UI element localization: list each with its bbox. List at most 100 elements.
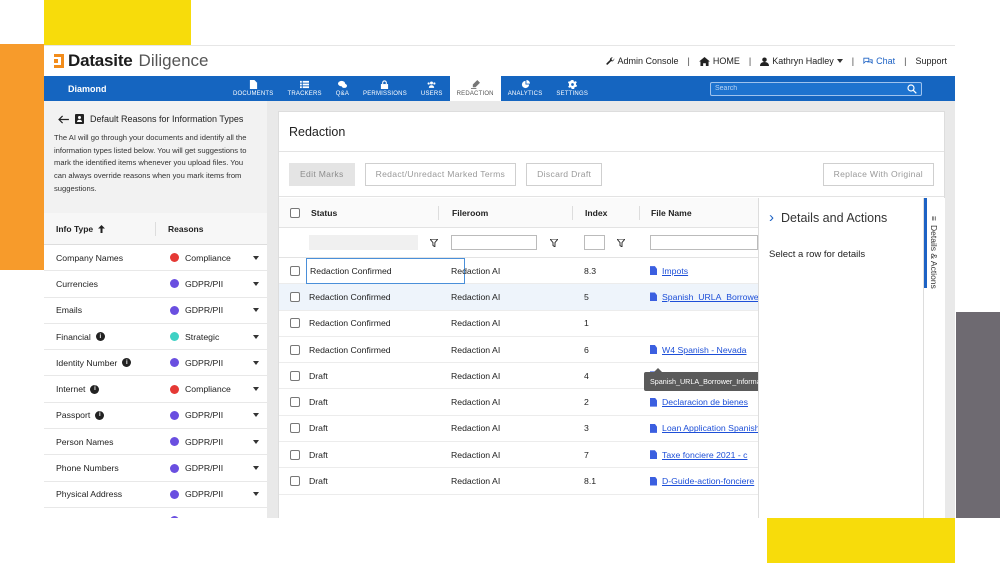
row-checkbox[interactable] (290, 476, 300, 487)
search-box[interactable] (710, 81, 922, 96)
status-filter-field[interactable] (309, 235, 419, 250)
table-row[interactable]: Draft Redaction AI 2 Declaracion de bienes (279, 389, 758, 416)
decor-yellow-block-bottom (767, 518, 955, 563)
reason-select[interactable]: GDPR/PII (156, 516, 267, 518)
row-checkbox[interactable] (290, 318, 300, 329)
file-name-filter-input[interactable] (650, 235, 758, 250)
info-type-column-header[interactable]: Info Type (44, 221, 156, 236)
fileroom-column-header[interactable]: Fileroom (438, 205, 572, 220)
chevron-down-icon[interactable] (253, 360, 259, 365)
gear-icon (567, 80, 577, 89)
table-row[interactable]: Redaction Confirmed Redaction AI 5 Spanish_… (279, 284, 758, 311)
nav-tab-documents[interactable]: DOCUMENTS (226, 76, 280, 101)
nav-tab-users[interactable]: USERS (414, 76, 450, 101)
chevron-down-icon[interactable] (253, 334, 259, 339)
file-link[interactable]: Spanish_URLA_Borrower_Information (650, 292, 758, 302)
support-link[interactable]: Support (915, 56, 947, 66)
info-icon[interactable]: i (95, 332, 105, 342)
table-row[interactable]: Redaction Confirmed Redaction AI 8.3 Impots (279, 257, 758, 285)
chevron-down-icon[interactable] (253, 492, 259, 497)
nav-tab-qa[interactable]: Q&A (329, 76, 356, 101)
discard-draft-button[interactable]: Discard Draft (526, 162, 603, 186)
row-checkbox-cell (279, 423, 309, 434)
file-link[interactable]: Taxe fonciere 2021 - c (650, 450, 747, 460)
reason-select[interactable]: GDPR/PII (156, 410, 267, 420)
sidebar-header: Default Reasons for Information Types (44, 101, 267, 124)
row-checkbox[interactable] (290, 449, 300, 460)
reason-select[interactable]: GDPR/PII (156, 305, 267, 315)
search-input[interactable] (715, 85, 905, 92)
chevron-down-icon[interactable] (253, 308, 259, 313)
file-link[interactable]: Impots (650, 266, 688, 276)
menu-lines-icon: ≡ (929, 216, 939, 221)
nav-tab-permissions[interactable]: PERMISSIONS (356, 76, 414, 101)
index-column-header[interactable]: Index (572, 205, 639, 220)
nav-tab-trackers[interactable]: TRACKERS (280, 76, 328, 101)
search-icon[interactable] (907, 83, 917, 94)
chevron-down-icon[interactable] (253, 466, 259, 471)
index-filter-input[interactable] (584, 235, 605, 250)
home-link[interactable]: HOME (698, 56, 740, 66)
chevron-down-icon[interactable] (253, 387, 259, 392)
reason-color-dot (170, 384, 179, 394)
reason-select[interactable]: GDPR/PII (156, 489, 267, 499)
table-row[interactable]: Redaction Confirmed Redaction AI 6 W4 Spani… (279, 337, 758, 364)
reason-select[interactable]: Strategic (156, 332, 267, 342)
redact-unredact-button[interactable]: Redact/Unredact Marked Terms (364, 162, 517, 186)
reason-select[interactable]: GDPR/PII (156, 358, 267, 368)
row-checkbox[interactable] (290, 291, 300, 302)
table-row[interactable]: Draft Redaction AI 8.1 D-Guide-action-fonci… (279, 468, 758, 495)
fileroom-cell: Redaction AI (451, 344, 501, 355)
fileroom-filter-input[interactable] (451, 235, 537, 250)
admin-console-link[interactable]: Admin Console (605, 56, 679, 66)
info-icon[interactable]: i (95, 410, 105, 420)
reason-label: GDPR/PII (185, 489, 224, 500)
filter-funnel-icon[interactable] (617, 238, 625, 247)
filter-funnel-icon[interactable] (550, 238, 558, 247)
table-row[interactable]: Redaction Confirmed Redaction AI 1 (279, 311, 758, 337)
fileroom-cell: Redaction AI (451, 291, 501, 302)
status-text: Redaction Confirmed (309, 318, 391, 329)
back-arrow-icon[interactable] (58, 114, 69, 124)
file-link[interactable]: W4 Spanish - Nevada (650, 345, 747, 355)
reason-select[interactable]: Compliance (156, 253, 267, 263)
row-checkbox[interactable] (290, 344, 300, 355)
row-checkbox[interactable] (290, 370, 300, 381)
decor-orange-block (0, 44, 44, 270)
status-column-header[interactable]: Status (309, 198, 438, 227)
filter-funnel-icon[interactable] (430, 238, 438, 247)
reason-select[interactable]: GDPR/PII (156, 463, 267, 473)
details-actions-side-tab[interactable]: ≡ Details & Actions (923, 198, 945, 518)
row-checkbox[interactable] (290, 423, 300, 434)
info-icon[interactable]: i (90, 384, 100, 394)
nav-tab-redaction[interactable]: REDACTION (449, 76, 501, 101)
chevron-down-icon[interactable] (253, 281, 259, 286)
file-link[interactable]: Loan Application Spanish (650, 423, 758, 433)
row-checkbox[interactable] (290, 397, 300, 408)
select-all-checkbox[interactable] (290, 207, 300, 218)
edit-marks-button[interactable]: Edit Marks (289, 162, 355, 186)
reasons-column-header[interactable]: Reasons (156, 224, 203, 234)
file-link[interactable]: Declaracion de bienes (650, 397, 748, 407)
file-link[interactable]: D-Guide-action-fonciere (650, 476, 754, 486)
nav-tab-settings[interactable]: SETTINGS (549, 76, 595, 101)
nav-tab-analytics[interactable]: ANALYTICS (501, 76, 550, 101)
info-icon[interactable]: i (122, 358, 132, 368)
project-name[interactable]: Diamond (44, 84, 224, 94)
replace-with-original-button[interactable]: Replace With Original (822, 162, 934, 186)
chat-link[interactable]: Chat (863, 56, 895, 66)
table-row[interactable]: Draft Redaction AI 3 Loan Application Spani… (279, 416, 758, 443)
brand-logo[interactable]: Datasite Diligence (54, 51, 208, 71)
user-menu[interactable]: Kathryn Hadley (760, 56, 843, 66)
table-row[interactable]: Draft Redaction AI 7 Taxe fonciere 2021 - c (279, 442, 758, 469)
chevron-down-icon[interactable] (253, 439, 259, 444)
row-checkbox[interactable] (290, 265, 300, 276)
chevron-right-icon[interactable]: › (769, 210, 774, 225)
file-name-filter (639, 228, 758, 257)
reason-select[interactable]: Compliance (156, 384, 267, 394)
chevron-down-icon[interactable] (253, 255, 259, 260)
file-name-column-header[interactable]: File Name (639, 205, 758, 220)
reason-select[interactable]: GDPR/PII (156, 279, 267, 289)
reason-select[interactable]: GDPR/PII (156, 437, 267, 447)
chevron-down-icon[interactable] (253, 413, 259, 418)
